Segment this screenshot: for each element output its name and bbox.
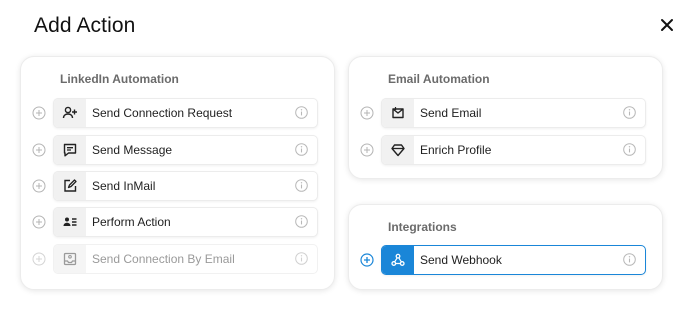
action-enrich-profile[interactable]: Enrich Profile	[360, 135, 646, 165]
add-circle-icon[interactable]	[32, 179, 46, 193]
info-icon[interactable]	[623, 143, 636, 156]
action-label: Enrich Profile	[420, 143, 492, 157]
action-button[interactable]: Send Connection By Email	[53, 244, 318, 274]
add-circle-icon[interactable]	[360, 143, 374, 157]
add-circle-icon[interactable]	[360, 253, 374, 267]
action-button[interactable]: Send Email	[381, 98, 646, 128]
add-circle-icon[interactable]	[32, 215, 46, 229]
linkedin-automation-card: LinkedIn Automation Send Connection Requ…	[20, 56, 335, 290]
action-button[interactable]: Send Message	[53, 135, 318, 165]
edit-icon	[54, 172, 86, 200]
action-label: Send Connection By Email	[92, 252, 235, 266]
email-automation-card: Email Automation Send Email Enrich Profi…	[348, 56, 663, 179]
email-automation-title: Email Automation	[388, 72, 490, 86]
action-send-inmail[interactable]: Send InMail	[32, 171, 318, 201]
linkedin-automation-title: LinkedIn Automation	[60, 72, 179, 86]
webhook-icon	[382, 246, 414, 274]
action-label: Send Connection Request	[92, 106, 233, 120]
message-icon	[54, 136, 86, 164]
action-button[interactable]: Enrich Profile	[381, 135, 646, 165]
info-icon[interactable]	[295, 106, 308, 119]
action-send-message[interactable]: Send Message	[32, 135, 318, 165]
action-button[interactable]: Send Webhook	[381, 245, 646, 275]
close-button[interactable]	[658, 16, 676, 34]
integrations-card: Integrations Send Webhook	[348, 204, 663, 290]
action-button[interactable]: Send Connection Request	[53, 98, 318, 128]
action-send-connection-request[interactable]: Send Connection Request	[32, 98, 318, 128]
dialog-title: Add Action	[34, 14, 136, 37]
action-label: Perform Action	[92, 215, 171, 229]
contact-card-icon	[54, 208, 86, 236]
diamond-icon	[382, 136, 414, 164]
info-icon[interactable]	[295, 179, 308, 192]
mail-icon	[382, 99, 414, 127]
add-circle-icon[interactable]	[32, 106, 46, 120]
action-send-email[interactable]: Send Email	[360, 98, 646, 128]
inbox-icon	[54, 245, 86, 273]
add-circle-icon[interactable]	[32, 252, 46, 266]
close-icon	[661, 19, 673, 31]
info-icon[interactable]	[295, 143, 308, 156]
action-button[interactable]: Send InMail	[53, 171, 318, 201]
person-add-icon	[54, 99, 86, 127]
integrations-title: Integrations	[388, 220, 457, 234]
add-circle-icon[interactable]	[360, 106, 374, 120]
info-icon[interactable]	[295, 215, 308, 228]
add-circle-icon[interactable]	[32, 143, 46, 157]
action-button[interactable]: Perform Action	[53, 207, 318, 237]
info-icon[interactable]	[295, 252, 308, 265]
info-icon[interactable]	[623, 253, 636, 266]
action-send-connection-by-email[interactable]: Send Connection By Email	[32, 244, 318, 274]
action-label: Send Email	[420, 106, 482, 120]
action-label: Send InMail	[92, 179, 156, 193]
action-label: Send Webhook	[420, 253, 502, 267]
action-label: Send Message	[92, 143, 173, 157]
info-icon[interactable]	[623, 106, 636, 119]
action-send-webhook[interactable]: Send Webhook	[360, 245, 646, 275]
action-perform-action[interactable]: Perform Action	[32, 207, 318, 237]
